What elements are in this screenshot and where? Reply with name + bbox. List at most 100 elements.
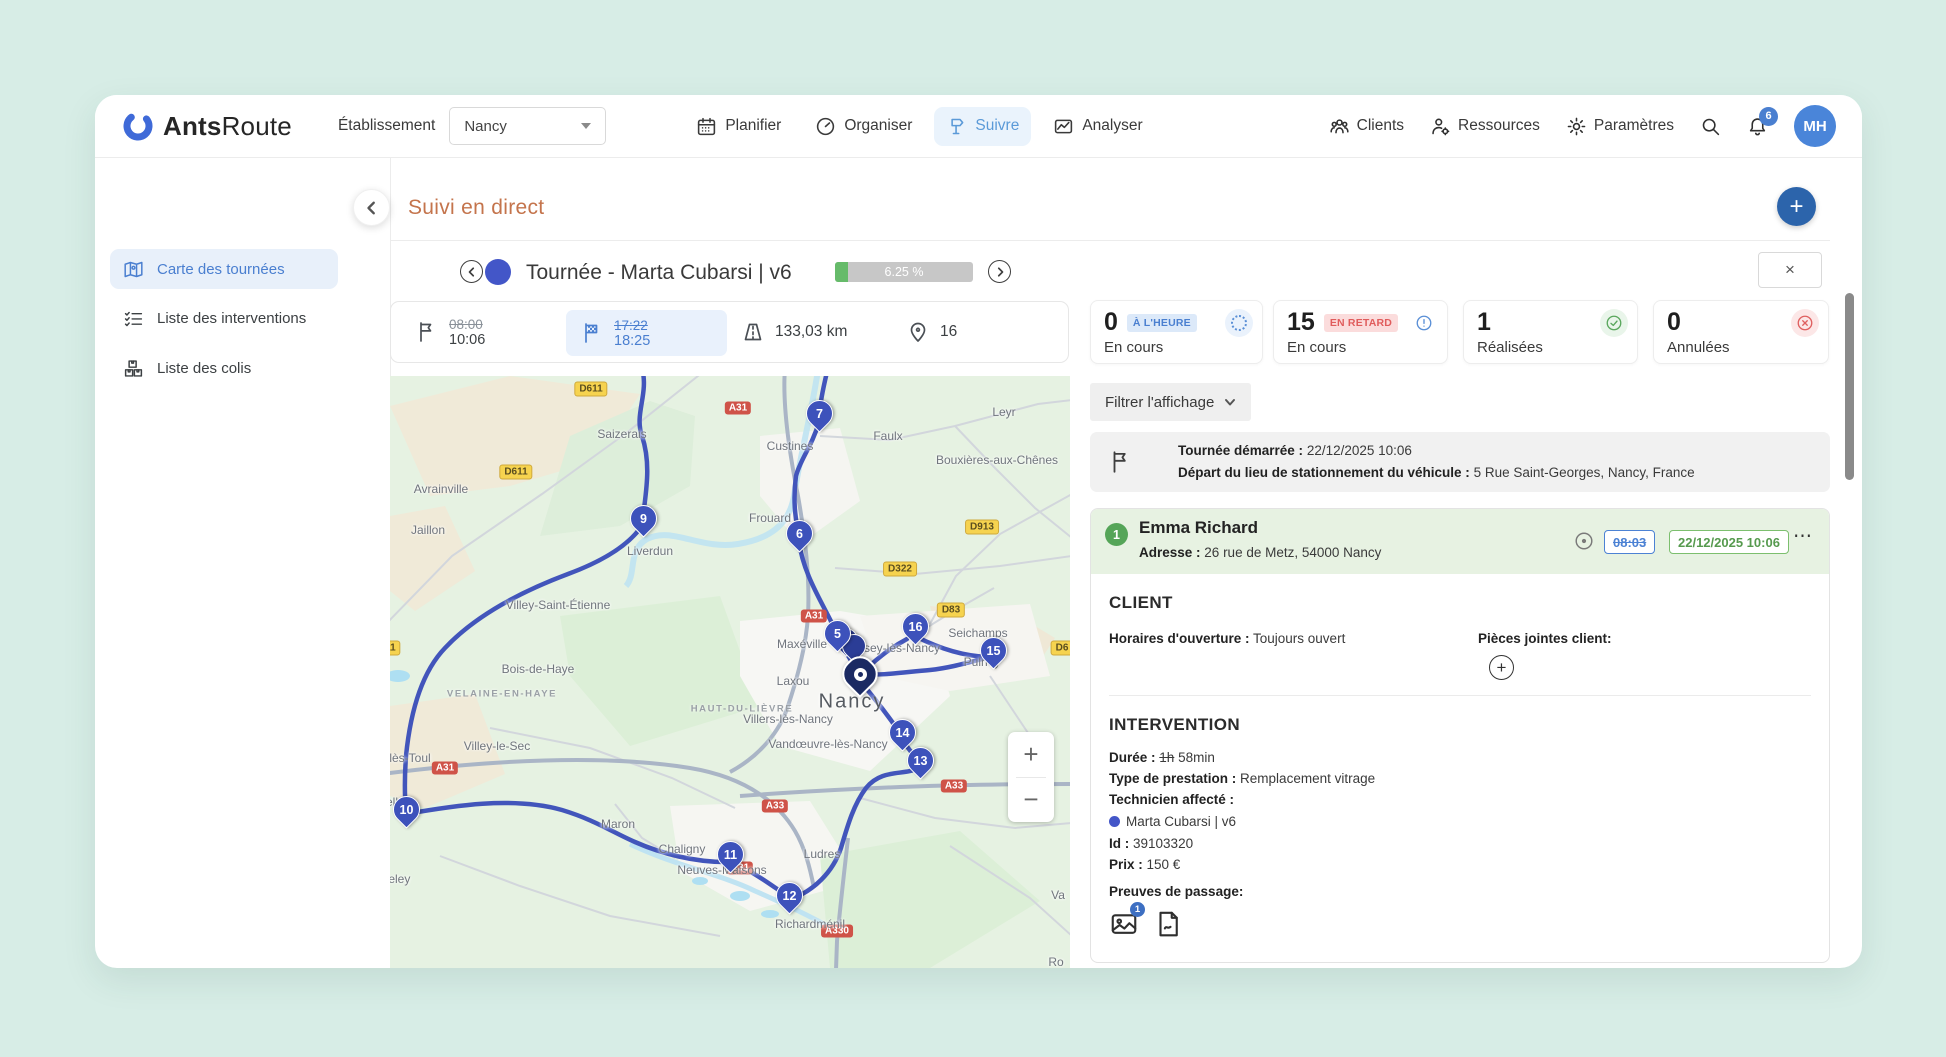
map-marker-16[interactable]: 16: [896, 607, 934, 645]
logo[interactable]: AntsRoute: [121, 109, 292, 143]
gear-icon: [1566, 116, 1587, 137]
stat-card-top: 0 À L'HEURE: [1104, 308, 1197, 337]
map-label: Ro: [1048, 955, 1063, 968]
previous-tour-button[interactable]: [460, 260, 483, 283]
end-time-item: 17:22 18:25: [566, 310, 727, 356]
locate-stop-button[interactable]: [1573, 530, 1595, 552]
start-time-item: 08:00 10:06: [415, 302, 485, 362]
tab-analyser-label: Analyser: [1082, 117, 1142, 135]
map-marker-7[interactable]: 7: [800, 394, 838, 432]
map-label: Villey-le-Sec: [464, 739, 530, 753]
proof-signature-button[interactable]: [1153, 909, 1183, 939]
actual-time-badge: 22/12/2025 10:06: [1669, 530, 1789, 554]
duration-line: Durée : 1h 58min: [1109, 750, 1215, 765]
add-attachment-button[interactable]: +: [1489, 655, 1514, 680]
sidebar-item-liste-interventions[interactable]: Liste des interventions: [110, 298, 338, 338]
chevron-left-icon: [365, 201, 379, 215]
tab-planifier-label: Planifier: [725, 117, 781, 135]
search-button[interactable]: [1700, 116, 1721, 137]
x-circle-icon: [1791, 309, 1819, 337]
map-marker-9[interactable]: 9: [624, 499, 662, 537]
tab-suivre[interactable]: Suivre: [934, 107, 1031, 146]
tab-suivre-label: Suivre: [975, 117, 1019, 135]
tour-progress-bar: 6.25 %: [835, 262, 973, 282]
stop-client-name: Emma Richard: [1139, 518, 1258, 538]
map-label: Ludres: [804, 847, 841, 861]
map-overlay: D611D611D913D322D83D6D611A31A31A31A31A33…: [390, 376, 1070, 968]
technician-label-line: Technicien affecté :: [1109, 792, 1234, 807]
stat-label: En cours: [1287, 339, 1346, 356]
stop-header[interactable]: 1 Emma Richard Adresse : 26 rue de Metz,…: [1091, 509, 1829, 574]
map-marker-14[interactable]: 14: [883, 713, 921, 751]
nav-parametres[interactable]: Paramètres: [1566, 116, 1674, 137]
tab-planifier[interactable]: Planifier: [684, 107, 793, 146]
progress-label: 6.25 %: [835, 262, 973, 282]
nav-clients-label: Clients: [1357, 117, 1404, 135]
checklist-icon: [123, 308, 144, 329]
map-label: ueley: [390, 872, 410, 886]
map-label: Laxou: [777, 674, 810, 688]
sidebar-item-liste-colis[interactable]: Liste des colis: [110, 348, 338, 388]
signpost-icon: [946, 116, 967, 137]
map-label: D611: [574, 382, 607, 397]
tour-map[interactable]: D611D611D913D322D83D6D611A31A31A31A31A33…: [390, 376, 1070, 968]
map-label: D6: [1051, 641, 1070, 656]
search-icon: [1700, 116, 1721, 137]
nav-tabs: Planifier Organiser Suivre Analyser: [684, 107, 1154, 146]
tab-analyser[interactable]: Analyser: [1041, 107, 1154, 146]
notification-badge: 6: [1759, 107, 1778, 126]
sidebar-item-label: Carte des tournées: [157, 261, 285, 278]
panel-scrollbar[interactable]: [1845, 293, 1854, 480]
distance-item: 133,03 km: [741, 302, 847, 362]
stat-card-annulees: 0 Annulées: [1653, 300, 1829, 364]
nav-ressources[interactable]: Ressources: [1430, 116, 1540, 137]
people-icon: [1329, 116, 1350, 137]
nav-clients[interactable]: Clients: [1329, 116, 1404, 137]
filter-display-button[interactable]: Filtrer l'affichage: [1090, 383, 1251, 421]
collapse-sidebar-button[interactable]: [353, 189, 390, 226]
user-avatar[interactable]: MH: [1794, 105, 1836, 147]
map-label: Maron: [601, 817, 635, 831]
map-label: Chaligny: [659, 842, 706, 856]
stops-value: 16: [940, 323, 957, 341]
map-marker-10[interactable]: 10: [390, 790, 425, 828]
next-tour-button[interactable]: [988, 260, 1011, 283]
person-gear-icon: [1430, 116, 1451, 137]
proof-label: Preuves de passage:: [1109, 884, 1243, 899]
start-actual: 10:06: [449, 332, 485, 348]
zoom-out-button[interactable]: −: [1008, 778, 1054, 823]
map-label: Va: [1051, 888, 1065, 902]
map-label: Frouard: [749, 511, 791, 525]
intervention-id-line: Id : 39103320: [1109, 836, 1193, 851]
price-line: Prix : 150 €: [1109, 857, 1180, 872]
checkered-flag-icon: [580, 321, 604, 345]
close-panel-button[interactable]: ×: [1758, 252, 1822, 288]
notifications-button[interactable]: 6: [1747, 116, 1768, 137]
logo-text: AntsRoute: [163, 111, 292, 142]
tab-organiser-label: Organiser: [844, 117, 912, 135]
proof-photo-button[interactable]: 1: [1109, 909, 1139, 939]
map-label: Avrainville: [414, 482, 468, 496]
map-label: Maxéville: [777, 637, 827, 651]
end-actual: 18:25: [614, 333, 650, 349]
map-zoom-control: + −: [1008, 732, 1054, 822]
stop-menu-button[interactable]: ⋯: [1793, 525, 1813, 548]
spinner-icon: [1225, 309, 1253, 337]
sidebar-item-carte-tournees[interactable]: Carte des tournées: [110, 249, 338, 289]
select-arrow-icon: [581, 123, 591, 129]
alert-circle-icon: [1410, 309, 1438, 337]
zoom-in-button[interactable]: +: [1008, 732, 1054, 777]
calendar-icon: [696, 116, 717, 137]
map-marker-12[interactable]: 12: [770, 876, 808, 914]
tab-organiser[interactable]: Organiser: [803, 107, 924, 146]
nav-right: Clients Ressources Paramètres 6 MH: [1329, 105, 1836, 147]
stat-label: Réalisées: [1477, 339, 1543, 356]
map-label: Liverdun: [627, 544, 673, 558]
gauge-icon: [815, 116, 836, 137]
establishment-group: Établissement Nancy: [338, 107, 606, 145]
client-attachments-label: Pièces jointes client:: [1478, 631, 1612, 646]
add-button[interactable]: +: [1777, 187, 1816, 226]
check-circle-icon: [1600, 309, 1628, 337]
establishment-select[interactable]: Nancy: [449, 107, 606, 145]
client-section-heading: CLIENT: [1109, 593, 1173, 613]
